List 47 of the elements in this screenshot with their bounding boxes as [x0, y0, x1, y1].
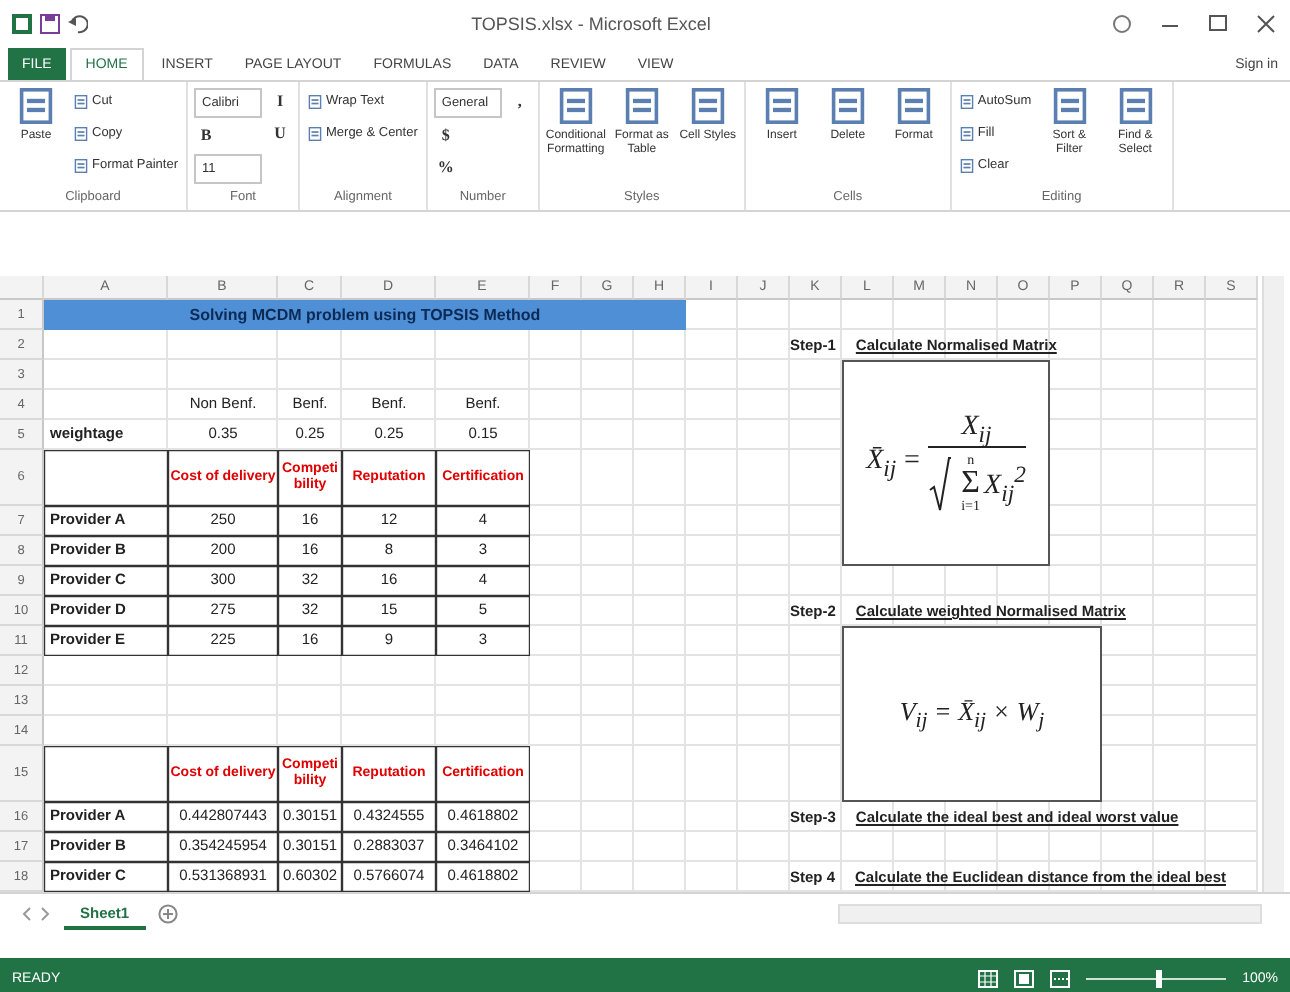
- text-style-toggle[interactable]: B: [194, 120, 218, 150]
- document-icon: [1117, 86, 1154, 126]
- document-icon: [74, 125, 88, 141]
- document-icon: [74, 93, 88, 109]
- page-break-icon[interactable]: [1050, 969, 1071, 987]
- document-icon: [557, 86, 594, 126]
- document-icon: [623, 86, 660, 126]
- square-root-icon: [927, 454, 952, 515]
- slider-thumb[interactable]: [1156, 969, 1163, 987]
- text-style-toggle[interactable]: I: [268, 86, 292, 116]
- horizontal-scrollbar[interactable]: [838, 904, 1262, 924]
- undo-icon[interactable]: [68, 14, 88, 34]
- help-icon[interactable]: [1110, 14, 1134, 34]
- document-icon: [308, 125, 322, 141]
- window-title: TOPSIS.xlsx - Microsoft Excel: [469, 14, 713, 34]
- text-style-toggle[interactable]: %: [433, 152, 458, 182]
- title-banner: Solving MCDM problem using TOPSIS Method: [44, 300, 686, 330]
- text-style-toggle[interactable]: $: [433, 120, 458, 150]
- document-icon: [895, 86, 932, 126]
- document-icon: [308, 93, 322, 109]
- save-icon[interactable]: [40, 14, 60, 34]
- close-icon[interactable]: [1254, 14, 1278, 34]
- sum-sign: Σ: [961, 468, 980, 501]
- equals-sign: =: [902, 446, 922, 479]
- maximize-icon[interactable]: [1206, 14, 1230, 34]
- text-style-toggle[interactable]: ,: [507, 86, 532, 116]
- document-icon: [959, 157, 974, 173]
- document-icon: [1051, 86, 1088, 126]
- formula-term: X̄$_{ij}$: [866, 445, 897, 481]
- table-cell: [44, 450, 168, 506]
- document-icon: [959, 93, 974, 109]
- excel-logo-icon: [12, 14, 32, 34]
- document-icon: [18, 86, 54, 126]
- document-icon: [689, 86, 726, 126]
- document-icon: [763, 86, 800, 126]
- numerator: X$_{ij}$: [958, 411, 994, 447]
- text-style-toggle[interactable]: U: [268, 118, 292, 148]
- vertical-scrollbar[interactable]: [1262, 276, 1284, 892]
- document-icon: [74, 157, 88, 173]
- add-sheet-icon[interactable]: [157, 904, 178, 924]
- document-icon: [829, 86, 866, 126]
- formula-text: V$_{ij}$ = X̄$_{ij}$ × W$_{j}$: [899, 695, 1045, 733]
- normal-view-icon[interactable]: [978, 969, 999, 987]
- sheet-navigation-icon[interactable]: [20, 906, 52, 922]
- document-icon: [959, 125, 974, 141]
- page-layout-icon[interactable]: [1014, 969, 1035, 987]
- table-cell: [44, 746, 168, 802]
